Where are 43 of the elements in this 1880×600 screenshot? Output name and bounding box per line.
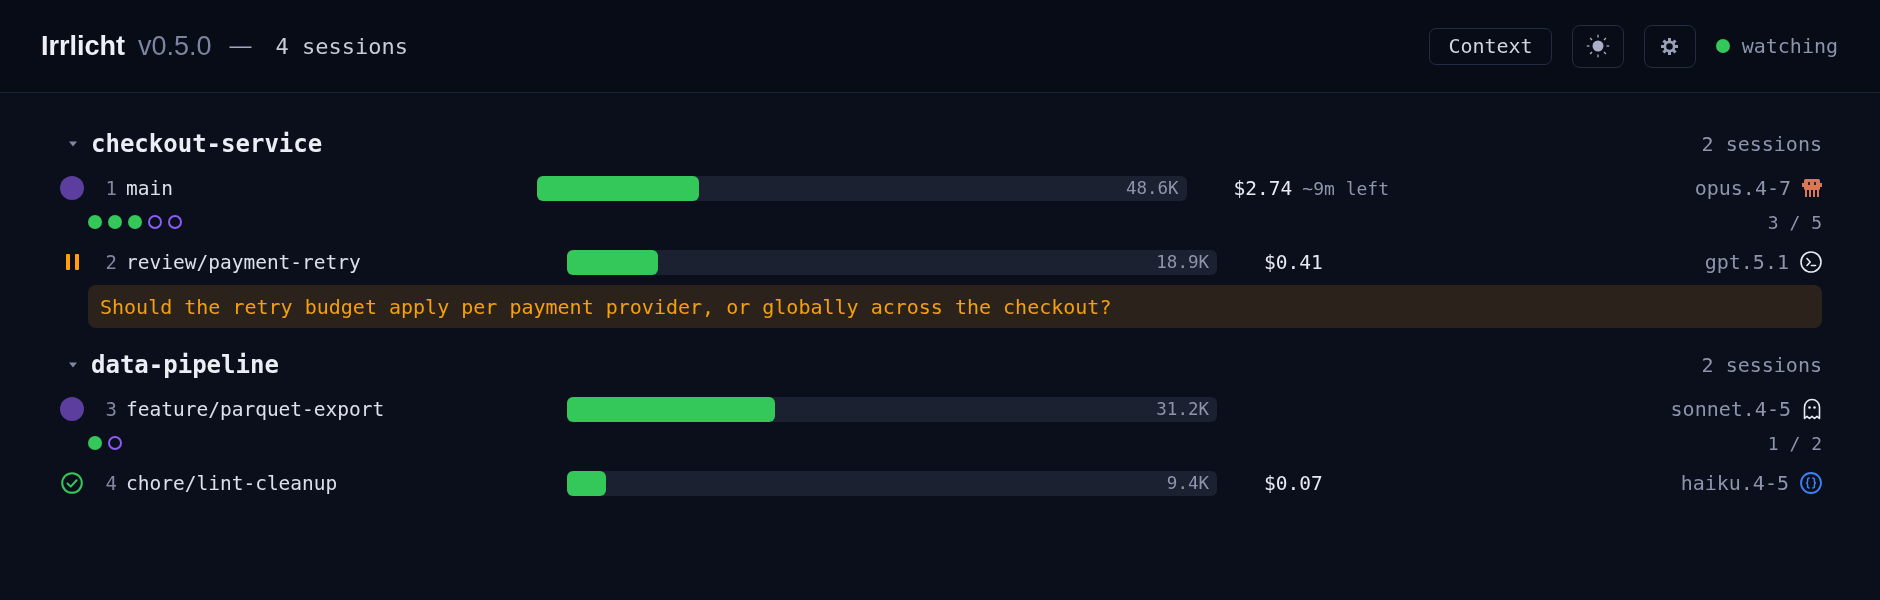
session-count: 4 sessions	[275, 33, 409, 59]
sun-icon	[1585, 34, 1610, 58]
app-title: Irrlicht	[41, 30, 126, 62]
branch-name: chore/lint-cleanup	[126, 471, 338, 495]
group-title: data-pipeline	[91, 351, 279, 379]
cost-label: $0.07	[1264, 471, 1323, 495]
token-count: 31.2K	[1156, 399, 1209, 419]
group-session-count: 2 sessions	[1701, 132, 1822, 156]
step-progress-label: 1 / 2	[1767, 432, 1822, 454]
model-name: gpt.5.1	[1704, 250, 1789, 274]
question-banner: Should the retry budget apply per payment provider, or globally across the checkout?	[88, 285, 1822, 328]
model-name: haiku.4-5	[1680, 471, 1789, 495]
token-count: 48.6K	[1125, 178, 1179, 198]
context-button[interactable]: Context	[1429, 27, 1552, 65]
cost-label: $0.41	[1264, 250, 1323, 274]
title-separator: —	[229, 33, 252, 59]
caret-icon[interactable]	[69, 361, 77, 369]
branch-name: main	[126, 176, 173, 200]
crab-icon	[1802, 178, 1822, 198]
cost-label: $2.74	[1233, 176, 1293, 200]
status-label: watching	[1741, 34, 1838, 58]
caret-icon[interactable]	[69, 140, 77, 148]
branch-name: feature/parquet-export	[126, 397, 385, 421]
theme-button[interactable]	[1571, 24, 1624, 68]
step-progress-label: 3 / 5	[1767, 211, 1822, 233]
session-number: 4	[104, 472, 117, 494]
token-count: 18.9K	[1156, 252, 1209, 272]
session-number: 1	[104, 177, 117, 199]
branch-name: review/payment-retry	[126, 250, 361, 274]
group-title: checkout-service	[91, 130, 323, 158]
version-label: v0.5.0	[138, 30, 212, 62]
session-number: 3	[104, 398, 117, 420]
time-left-label: ~9m left	[1302, 177, 1389, 199]
session-number: 2	[104, 251, 117, 273]
model-name: opus.4-7	[1694, 176, 1791, 200]
settings-icon	[1661, 37, 1679, 55]
token-count: 9.4K	[1166, 473, 1209, 493]
settings-button[interactable]	[1643, 24, 1696, 68]
braces-icon	[1800, 472, 1822, 494]
model-name: sonnet.4-5	[1670, 397, 1791, 421]
terminal-icon	[1800, 251, 1822, 273]
ghost-icon	[1802, 398, 1822, 420]
group-session-count: 2 sessions	[1701, 353, 1822, 377]
